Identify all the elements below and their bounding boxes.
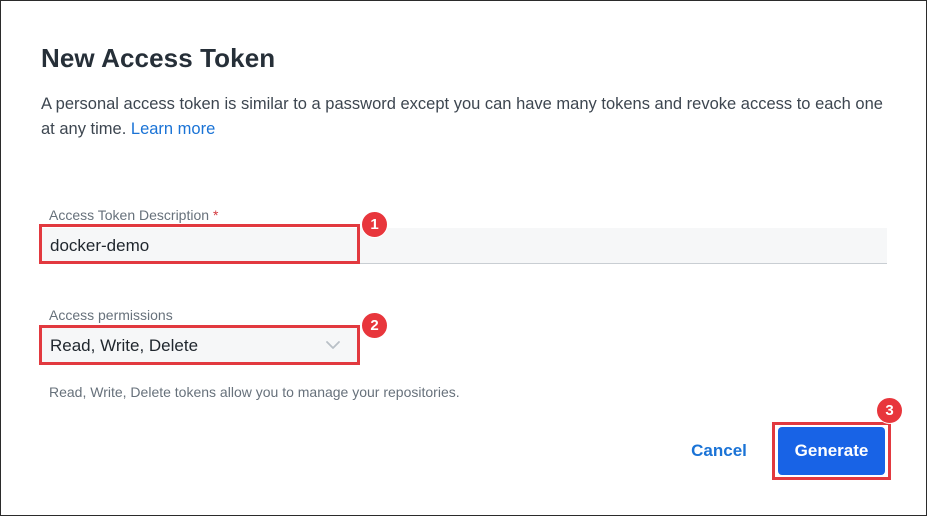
annotation-badge-1: 1 (361, 211, 388, 238)
dialog-description: A personal access token is similar to a … (41, 92, 891, 142)
token-description-input[interactable] (41, 228, 887, 263)
access-permissions-value: Read, Write, Delete (50, 336, 199, 355)
token-description-label-text: Access Token Description (49, 207, 210, 223)
access-permissions-label: Access permissions (49, 307, 173, 323)
annotation-badge-3: 3 (876, 397, 903, 424)
access-permissions-select[interactable]: Read, Write, Delete (41, 328, 359, 364)
generate-button[interactable]: Generate (778, 427, 885, 475)
cancel-button[interactable]: Cancel (677, 427, 761, 475)
learn-more-link[interactable]: Learn more (131, 120, 215, 138)
annotation-badge-2: 2 (361, 312, 388, 339)
token-description-field (41, 228, 887, 264)
permissions-helper-text: Read, Write, Delete tokens allow you to … (49, 384, 460, 400)
required-marker: * (212, 207, 219, 223)
chevron-down-icon (326, 341, 340, 349)
new-access-token-dialog: New Access Token A personal access token… (0, 0, 927, 516)
token-description-label: Access Token Description * (49, 207, 218, 223)
dialog-title: New Access Token (41, 43, 276, 73)
